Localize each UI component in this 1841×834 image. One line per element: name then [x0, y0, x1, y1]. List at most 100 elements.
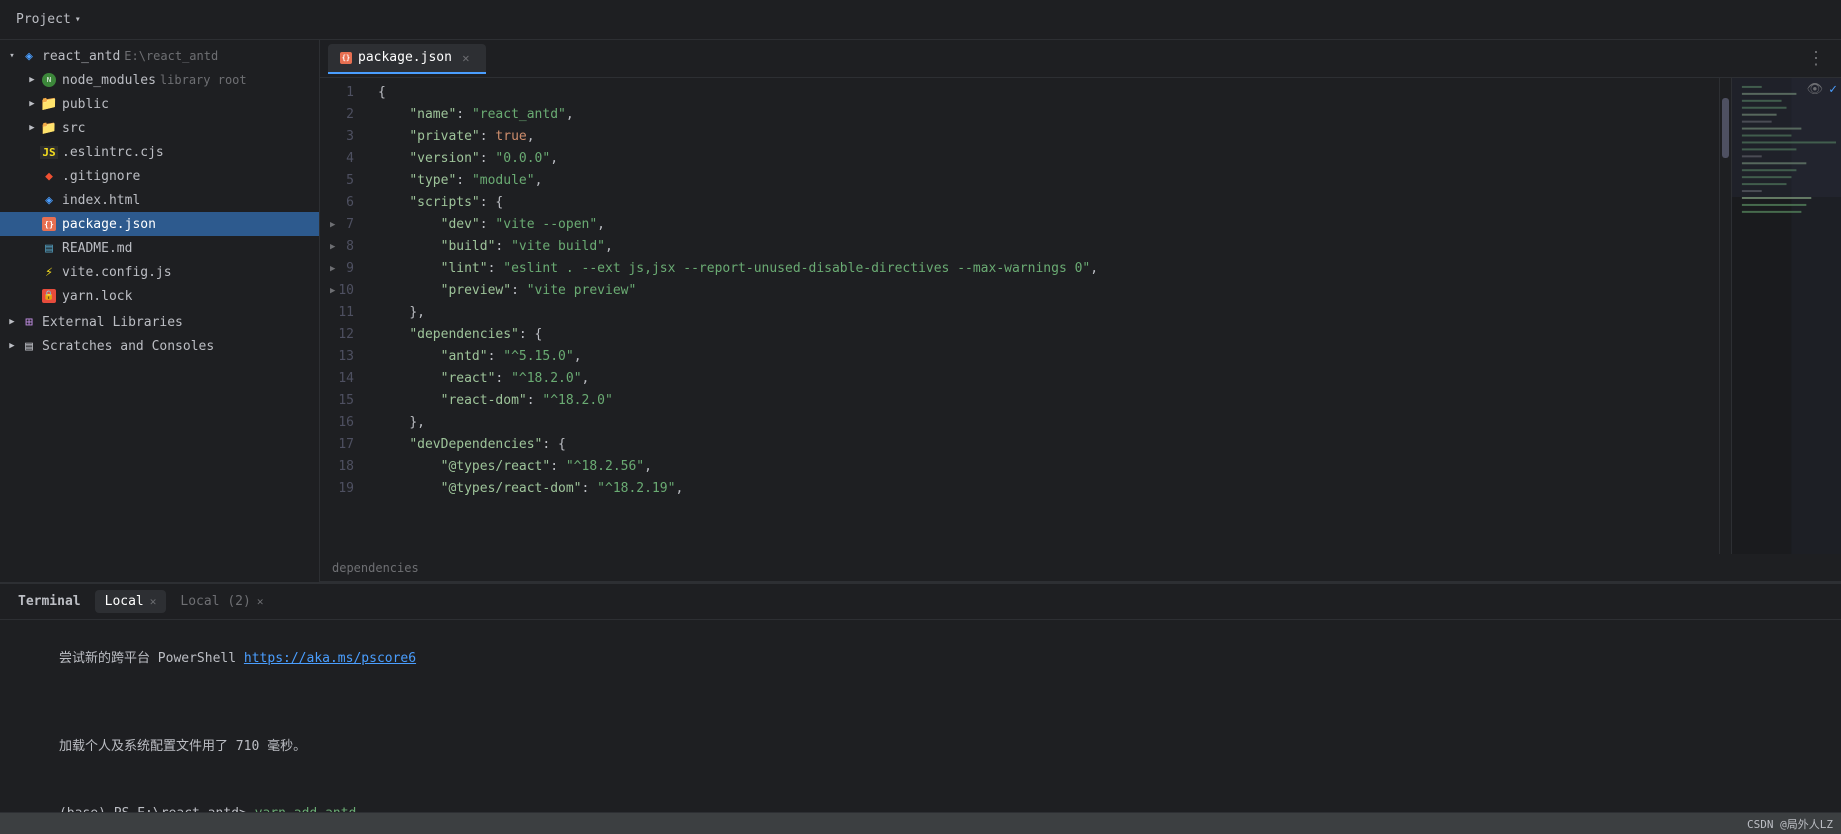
sidebar-item-external-libraries[interactable]: ▶ ⊞ External Libraries [0, 310, 319, 334]
token-key: "@types/react-dom" [441, 479, 582, 500]
sidebar-item-label: index.html [62, 193, 140, 208]
bottom-panel: Terminal Local ✕ Local (2) ✕ 尝试新的跨平台 Pow… [0, 582, 1841, 812]
code-line: "type": "module", [378, 170, 1719, 192]
arrow-icon: ▶ [4, 317, 20, 327]
token-sp [378, 281, 441, 302]
code-line: "@types/react-dom": "^18.2.19", [378, 478, 1719, 500]
token-comma: , [417, 413, 425, 434]
token-sp [378, 303, 409, 324]
line-number: 19 [328, 478, 362, 500]
sidebar-item-public[interactable]: ▶ 📁 public [0, 92, 319, 116]
token-str: "0.0.0" [495, 149, 550, 170]
bulb-icon[interactable]: 💡 [370, 347, 373, 366]
code-content[interactable]: { "name": "react_antd", "private": true,… [370, 78, 1719, 554]
fold-arrow-icon[interactable]: ▶ [330, 262, 335, 276]
right-scrollbar[interactable] [1719, 78, 1731, 554]
token-key: "dev" [441, 215, 480, 236]
sidebar-item-label: README.md [62, 241, 132, 256]
code-line: 💡 "antd": "^5.15.0", [378, 346, 1719, 368]
token-colon: : [488, 259, 504, 280]
token-key: "scripts" [409, 193, 479, 214]
sidebar-tree[interactable]: ▾ ◈ react_antd E:\react_antd ▶ N node_mo… [0, 40, 319, 582]
token-str: "^18.2.0" [542, 391, 612, 412]
line-number: 12 [328, 324, 362, 346]
pscore-link[interactable]: https://aka.ms/pscore6 [244, 651, 416, 666]
sidebar: ▾ ◈ react_antd E:\react_antd ▶ N node_mo… [0, 40, 320, 582]
sidebar-item-eslintrc[interactable]: JS .eslintrc.cjs [0, 140, 319, 164]
token-sp [378, 435, 409, 456]
line-number: ▶8 [328, 236, 362, 258]
check-icon[interactable]: ✓ [1829, 82, 1837, 97]
token-colon: : [582, 479, 598, 500]
token-brace: } [409, 413, 417, 434]
code-line: "scripts": { [378, 192, 1719, 214]
sidebar-item-label: vite.config.js [62, 265, 172, 280]
token-comma: , [605, 237, 613, 258]
code-line: "name": "react_antd", [378, 104, 1719, 126]
sidebar-item-yarn-lock[interactable]: 🔒 yarn.lock [0, 284, 319, 308]
json-icon: {} [40, 217, 58, 231]
arrow-icon: ▾ [4, 51, 20, 61]
minimap[interactable]: 👁 ✓ [1731, 78, 1841, 554]
token-key: "lint" [441, 259, 488, 280]
minimap-visual [1732, 78, 1841, 554]
project-label[interactable]: Project ▾ [8, 8, 89, 31]
sidebar-item-vite-config[interactable]: ⚡ vite.config.js [0, 260, 319, 284]
terminal-tab-local1[interactable]: Local ✕ [95, 590, 167, 613]
token-sp [378, 413, 409, 434]
line-number: 4 [328, 148, 362, 170]
terminal-body[interactable]: 尝试新的跨平台 PowerShell https://aka.ms/pscore… [0, 620, 1841, 812]
token-colon: : [550, 457, 566, 478]
token-comma: , [535, 171, 543, 192]
token-str: "^18.2.0" [511, 369, 581, 390]
fold-arrow-icon[interactable]: ▶ [330, 284, 335, 298]
md-icon: ▤ [40, 241, 58, 256]
token-comma: , [675, 479, 683, 500]
sidebar-item-src[interactable]: ▶ 📁 src [0, 116, 319, 140]
token-str: "vite preview" [527, 281, 637, 302]
line-number: 3 [328, 126, 362, 148]
token-sp [378, 325, 409, 346]
sidebar-item-gitignore[interactable]: ◆ .gitignore [0, 164, 319, 188]
line-number: 11 [328, 302, 362, 324]
sidebar-item-node-modules[interactable]: ▶ N node_modules library root [0, 68, 319, 92]
token-colon: : [511, 281, 527, 302]
token-colon: : [480, 149, 496, 170]
token-sp [378, 171, 409, 192]
token-colon: : [480, 127, 496, 148]
sidebar-item-scratches[interactable]: ▶ ▤ Scratches and Consoles [0, 334, 319, 358]
sidebar-item-index-html[interactable]: ◈ index.html [0, 188, 319, 212]
line-number: 6 [328, 192, 362, 214]
editor-area: {} package.json ✕ ⋮ 123456▶7▶8▶9▶1011121… [320, 40, 1841, 582]
line-number: ▶9 [328, 258, 362, 280]
token-colon: : [495, 369, 511, 390]
sidebar-item-label: Scratches and Consoles [42, 339, 214, 354]
terminal-line [12, 692, 1829, 714]
sidebar-item-react-antd[interactable]: ▾ ◈ react_antd E:\react_antd [0, 44, 319, 68]
token-str: "vite build" [511, 237, 605, 258]
token-str: "^18.2.56" [566, 457, 644, 478]
line-number: 17 [328, 434, 362, 456]
sidebar-item-readme[interactable]: ▤ README.md [0, 236, 319, 260]
fold-arrow-icon[interactable]: ▶ [330, 218, 335, 232]
token-brace: { [558, 435, 566, 456]
sidebar-item-package-json[interactable]: {} package.json [0, 212, 319, 236]
token-sp [378, 149, 409, 170]
fold-arrow-icon[interactable]: ▶ [330, 240, 335, 254]
arrow-icon: ▶ [24, 75, 40, 85]
editor-with-scroll: 123456▶7▶8▶9▶10111213141516171819 { "nam… [320, 78, 1841, 554]
tab-close-button[interactable]: ✕ [458, 50, 474, 66]
token-sp [378, 391, 441, 412]
more-tabs-button[interactable]: ⋮ [1799, 48, 1833, 69]
token-sp [378, 259, 441, 280]
token-comma: , [527, 127, 535, 148]
tab-close-icon[interactable]: ✕ [150, 595, 157, 608]
token-comma: , [644, 457, 652, 478]
tab-package-json[interactable]: {} package.json ✕ [328, 44, 486, 74]
token-comma: , [582, 369, 590, 390]
token-colon: : [480, 215, 496, 236]
code-line: }, [378, 412, 1719, 434]
tab-close-icon[interactable]: ✕ [257, 595, 264, 608]
terminal-tab-local2[interactable]: Local (2) ✕ [170, 590, 273, 613]
eye-off-icon[interactable]: 👁 [1807, 82, 1824, 97]
